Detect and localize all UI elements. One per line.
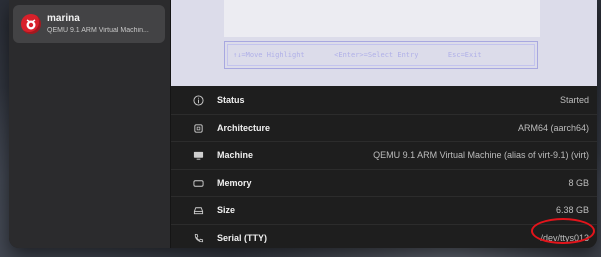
detail-row-size: Size 6.38 GB xyxy=(171,197,597,225)
detail-value: QEMU 9.1 ARM Virtual Machine (alias of v… xyxy=(373,150,589,161)
detail-value: 6.38 GB xyxy=(555,205,589,216)
boot-help-text: ↑↓=Move Highlight <Enter>=Select Entry E… xyxy=(233,51,482,59)
detail-row-memory: Memory 8 GB xyxy=(171,170,597,198)
vm-name: marina xyxy=(47,13,80,24)
detail-row-machine: Machine QEMU 9.1 ARM Virtual Machine (al… xyxy=(171,142,597,170)
detail-label: Serial (TTY) xyxy=(217,232,268,243)
phone-icon xyxy=(194,233,204,243)
main-panel: ↑↓=Move Highlight <Enter>=Select Entry E… xyxy=(171,0,597,248)
detail-label: Memory xyxy=(217,177,252,188)
detail-value: ARM64 (aarch64) xyxy=(517,122,589,133)
detail-value: Started xyxy=(559,95,589,105)
chip-icon xyxy=(194,123,203,133)
boot-help-box: ↑↓=Move Highlight <Enter>=Select Entry E… xyxy=(224,41,538,69)
annotation-circle xyxy=(531,218,595,244)
info-icon xyxy=(193,95,204,106)
memory-icon xyxy=(193,180,204,187)
details-list: Status Started Architecture ARM64 (aarch… xyxy=(171,87,597,248)
app-window: marina QEMU 9.1 ARM Virtual Machin... ↑↓… xyxy=(9,0,597,248)
detail-label: Size xyxy=(217,205,236,216)
sidebar-item-vm[interactable]: marina QEMU 9.1 ARM Virtual Machin... xyxy=(13,5,165,43)
vm-subtitle: QEMU 9.1 ARM Virtual Machin... xyxy=(47,27,149,34)
vm-display[interactable]: ↑↓=Move Highlight <Enter>=Select Entry E… xyxy=(171,0,597,86)
drive-icon xyxy=(193,207,204,215)
detail-label: Machine xyxy=(217,150,254,161)
detail-row-architecture: Architecture ARM64 (aarch64) xyxy=(171,115,597,143)
detail-label: Architecture xyxy=(217,122,271,133)
sidebar: marina QEMU 9.1 ARM Virtual Machin... xyxy=(9,0,171,248)
boot-menu-area xyxy=(224,0,540,37)
detail-label: Status xyxy=(217,95,245,105)
monitor-icon xyxy=(193,152,204,160)
detail-row-status: Status Started xyxy=(171,87,597,115)
detail-value: 8 GB xyxy=(568,177,589,188)
vm-os-icon xyxy=(21,14,41,34)
